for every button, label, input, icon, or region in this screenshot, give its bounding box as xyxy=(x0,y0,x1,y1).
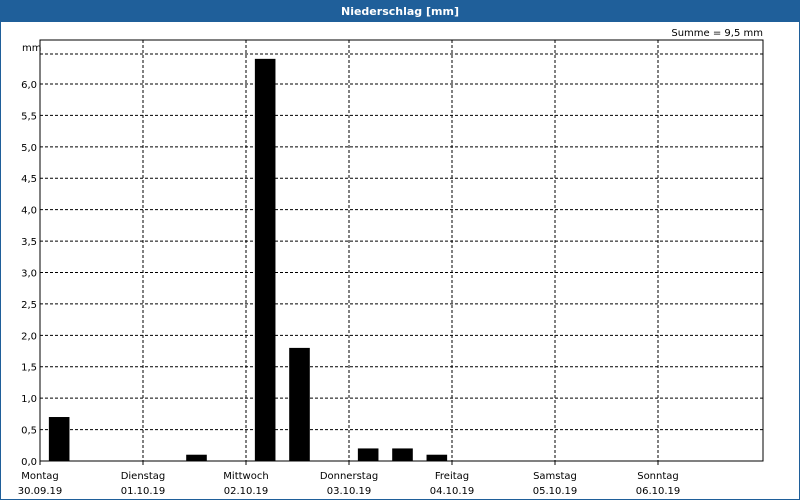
x-tick-weekday: Freitag xyxy=(435,471,469,482)
x-tick-weekday: Dienstag xyxy=(121,471,166,482)
y-tick-label: 1,5 xyxy=(21,363,37,374)
x-tick-weekday: Donnerstag xyxy=(320,471,378,482)
bar xyxy=(48,417,70,461)
y-tick-label: 0,0 xyxy=(21,457,37,468)
y-tick-label: 4,5 xyxy=(21,174,37,185)
precipitation-chart: Summe = 9,5 mm mm 0,0 0,5 1,0 1,5 2,0 2,5 3,0 3… xyxy=(18,28,764,497)
x-tick-date: 05.10.19 xyxy=(533,486,578,497)
x-tick-date: 04.10.19 xyxy=(430,486,475,497)
x-tick-date: 02.10.19 xyxy=(224,486,269,497)
x-tick-labels: Montag 30.09.19 Dienstag 01.10.19 Mittwoch 02… xyxy=(18,471,681,497)
y-tick-label: 5,5 xyxy=(21,111,37,122)
x-tick-date: 01.10.19 xyxy=(121,486,166,497)
y-tick-labels: 0,0 0,5 1,0 1,5 2,0 2,5 3,0 3,5 4,0 4,5 5,0 5,5 6,0 xyxy=(21,80,37,468)
grid-lines xyxy=(39,40,763,465)
y-axis-unit-label: mm xyxy=(22,43,41,54)
bar xyxy=(186,454,207,461)
y-tick-label: 6,0 xyxy=(21,80,37,91)
y-tick-label: 4,0 xyxy=(21,206,37,217)
x-tick-date: 03.10.19 xyxy=(327,486,372,497)
x-tick-weekday: Samstag xyxy=(533,471,577,482)
x-tick-date: 06.10.19 xyxy=(636,486,681,497)
bar xyxy=(254,58,276,462)
y-tick-label: 2,0 xyxy=(21,331,37,342)
y-tick-label: 3,0 xyxy=(21,268,37,279)
x-tick-weekday: Montag xyxy=(21,471,58,482)
x-tick-date: 30.09.19 xyxy=(18,486,63,497)
y-tick-label: 2,5 xyxy=(21,300,37,311)
bar xyxy=(357,448,379,461)
x-tick-weekday: Mittwoch xyxy=(223,471,268,482)
bar xyxy=(289,347,310,461)
y-tick-label: 0,5 xyxy=(21,426,37,437)
bar xyxy=(392,448,413,461)
y-tick-label: 3,5 xyxy=(21,237,37,248)
x-tick-weekday: Sonntag xyxy=(637,471,679,482)
sum-annotation: Summe = 9,5 mm xyxy=(671,28,763,39)
bars xyxy=(48,58,448,462)
y-tick-label: 5,0 xyxy=(21,143,37,154)
bar xyxy=(426,454,448,461)
y-tick-label: 1,0 xyxy=(21,394,37,405)
